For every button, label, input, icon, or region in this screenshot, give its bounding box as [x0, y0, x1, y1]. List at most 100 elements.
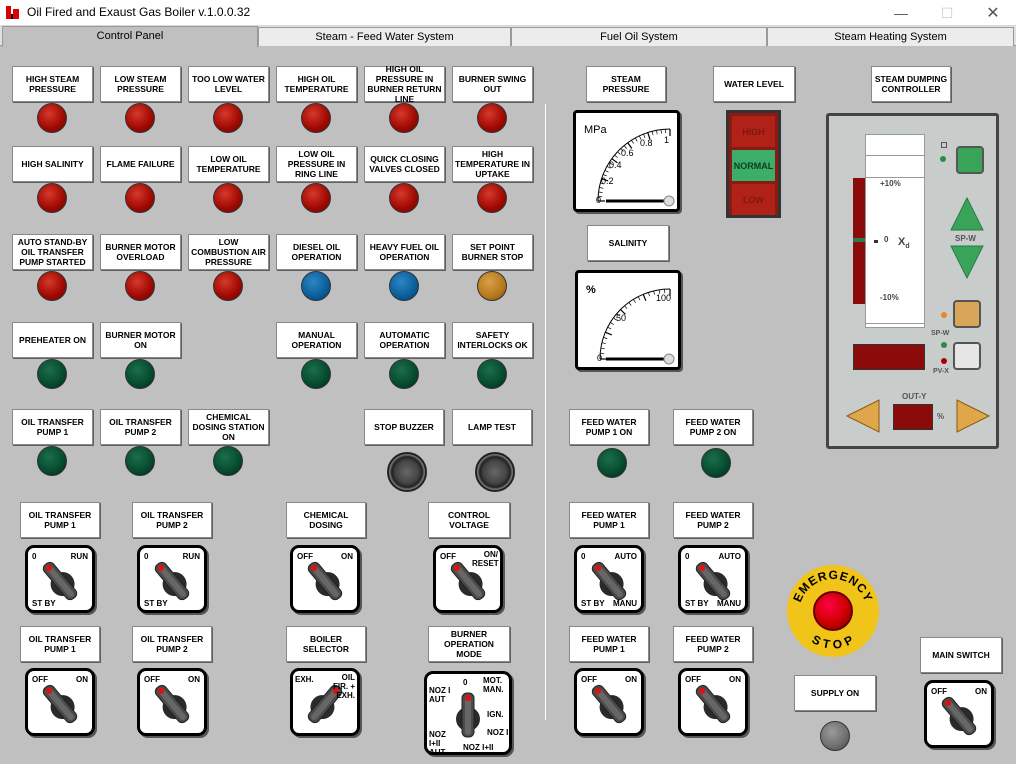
switch-position-label: RUN: [70, 552, 88, 561]
sdc-left-arrow-icon[interactable]: [845, 398, 881, 434]
switch-position-label: MANU: [717, 599, 741, 608]
alarm-label: HIGH SALINITY: [12, 146, 93, 182]
switch-position-label: OFF: [581, 675, 597, 684]
alarm-label: MANUAL OPERATION: [276, 322, 357, 358]
sdc-mode-icon: [941, 142, 947, 148]
rotary-switch[interactable]: OFF ON: [924, 680, 994, 748]
alarm-lamp: [477, 183, 507, 213]
salinity-gauge: % 100 50 0: [575, 270, 681, 370]
rotary-switch[interactable]: 0 AUTO ST BY MANU: [678, 545, 748, 613]
alarm-lamp: [213, 183, 243, 213]
rotary-switch[interactable]: 0 RUN ST BY: [25, 545, 95, 613]
switch-position-label: ST BY: [32, 599, 56, 608]
alarm-lamp: [37, 359, 67, 389]
alarm-lamp: [125, 446, 155, 476]
switch-position-label: AUTO: [614, 552, 637, 561]
sdc-down-arrow-icon[interactable]: [950, 245, 984, 280]
sdc-led-2: [941, 312, 947, 318]
sdc-led-1: [940, 156, 946, 162]
switch-position-label: ON: [729, 675, 741, 684]
switch-position-label: OFF: [931, 687, 947, 696]
tab-fuel-oil[interactable]: Fuel Oil System: [511, 27, 767, 46]
title-bar: Oil Fired and Exaust Gas Boiler v.1.0.0.…: [0, 0, 1016, 26]
supply-on-lamp: [820, 721, 850, 751]
switch-label: CHEMICAL DOSING: [286, 502, 366, 538]
rotary-switch[interactable]: OFF ON: [574, 668, 644, 736]
switch-position-label: OFF: [297, 552, 313, 561]
salinity-label: SALINITY: [587, 225, 669, 261]
rotary-switch[interactable]: 0 RUN ST BY: [137, 545, 207, 613]
alarm-label: HIGH OIL TEMPERATURE: [276, 66, 357, 102]
rotary-switch[interactable]: OFF ON: [25, 668, 95, 736]
sdc-green-button[interactable]: [956, 146, 984, 174]
sdc-up-arrow-icon[interactable]: [950, 196, 984, 231]
lamp-test-button[interactable]: [475, 452, 515, 492]
alarm-lamp: [125, 183, 155, 213]
steam-pressure-unit: MPa: [584, 124, 608, 136]
alarm-label: DIESEL OIL OPERATION: [276, 234, 357, 270]
svg-text:STOP: STOP: [810, 632, 857, 652]
alarm-lamp: [213, 271, 243, 301]
panel-divider: [545, 104, 546, 720]
switch-position-label: 0: [144, 552, 149, 561]
emergency-stop-knob[interactable]: [813, 591, 853, 631]
rotary-switch[interactable]: OFF ON: [678, 668, 748, 736]
alarm-lamp: [213, 446, 243, 476]
tab-steam-heating[interactable]: Steam Heating System: [767, 27, 1014, 46]
alarm-label: HEAVY FUEL OIL OPERATION: [364, 234, 445, 270]
app-window: Oil Fired and Exaust Gas Boiler v.1.0.0.…: [0, 0, 1016, 764]
sdc-white-button[interactable]: [953, 342, 981, 370]
water-level-normal: NORMAL: [732, 150, 775, 181]
alarm-lamp: [301, 359, 331, 389]
rotary-switch[interactable]: OFF ON: [290, 545, 360, 613]
sdc-led-4: [941, 358, 947, 364]
sdc-spw-label: SP-W: [955, 234, 976, 243]
salinity-dial: % 100 50 0: [586, 284, 675, 365]
switch-position-label: NOZ I+II AUT: [429, 730, 446, 757]
switch-label: BURNER OPERATION MODE: [428, 626, 510, 662]
sdc-right-arrow-icon[interactable]: [955, 398, 991, 434]
close-button[interactable]: ✕: [970, 0, 1016, 26]
switch-position-label: 0: [32, 552, 37, 561]
switch-position-label: OIL FIR. + EXH.: [332, 673, 355, 700]
water-level-label: WATER LEVEL: [713, 66, 795, 102]
alarm-label: BURNER SWING OUT: [452, 66, 533, 102]
stop-buzzer-button[interactable]: [387, 452, 427, 492]
switch-position-label: MOT. MAN.: [483, 676, 504, 694]
rotary-switch[interactable]: OFF ON/ RESET: [433, 545, 503, 613]
rotary-switch[interactable]: EXH. OIL FIR. + EXH.: [290, 668, 360, 736]
sdc-deviation-marker: [853, 238, 865, 242]
steam-dumping-controller: +10% 0 Xd -10% SP-W SP-W PV-X OUT-Y %: [826, 113, 999, 449]
sal-tick-50: 50: [616, 313, 626, 323]
switch-position-label: OFF: [685, 675, 701, 684]
alarm-label: BURNER MOTOR ON: [100, 322, 181, 358]
sdc-amber-button[interactable]: [953, 300, 981, 328]
rotary-switch[interactable]: 0 MOT. MAN. IGN. NOZ I NOZ I AUT NOZ I+II AUT…: [424, 671, 512, 757]
sdc-digital-display: [853, 344, 925, 370]
switch-label: OIL TRANSFER PUMP 1: [20, 626, 100, 662]
sdc-bar-scale: +10% 0 Xd -10%: [865, 134, 925, 328]
sp-tick-04: 0.4: [609, 160, 622, 170]
switch-label: MAIN SWITCH: [920, 637, 1002, 673]
switch-position-label: ST BY: [685, 599, 709, 608]
maximize-button[interactable]: ☐: [924, 0, 970, 26]
alarm-lamp: [213, 103, 243, 133]
sdc-pct-label: %: [937, 412, 945, 421]
alarm-lamp: [389, 183, 419, 213]
emergency-stop-button[interactable]: EMERGENCY STOP: [787, 565, 879, 657]
switch-label: FEED WATER PUMP 2: [673, 626, 753, 662]
rotary-switch[interactable]: 0 AUTO ST BY MANU: [574, 545, 644, 613]
alarm-lamp: [301, 183, 331, 213]
sal-tick-100: 100: [656, 293, 671, 303]
switch-label: FEED WATER PUMP 1: [569, 626, 649, 662]
minimize-button[interactable]: —: [878, 0, 924, 26]
sdc-plus10: +10%: [880, 179, 901, 188]
tab-control-panel[interactable]: Control Panel: [2, 26, 258, 47]
sdc-output-display: [893, 404, 933, 430]
alarm-label: HIGH STEAM PRESSURE: [12, 66, 93, 102]
rotary-switch[interactable]: OFF ON: [137, 668, 207, 736]
tab-steam-feed-water[interactable]: Steam - Feed Water System: [258, 27, 511, 46]
alarm-label: OIL TRANSFER PUMP 2: [100, 409, 181, 445]
sdc-led-3: [941, 342, 947, 348]
alarm-label: LOW OIL TEMPERATURE: [188, 146, 269, 182]
